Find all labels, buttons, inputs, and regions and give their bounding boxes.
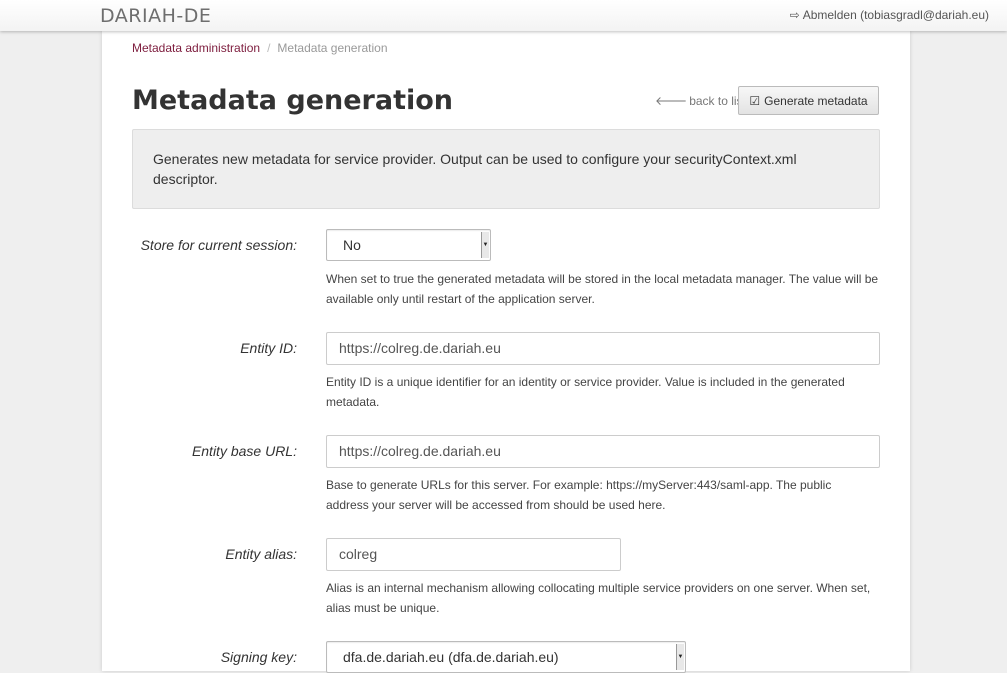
entity-base-url-input[interactable]: https://colreg.de.dariah.eu: [326, 435, 880, 468]
entity-base-url-help: Base to generate URLs for this server. F…: [326, 478, 832, 512]
store-session-label: Store for current session:: [140, 237, 297, 253]
entity-id-input[interactable]: https://colreg.de.dariah.eu: [326, 332, 880, 365]
page-title: Metadata generation: [132, 85, 454, 116]
chevron-down-icon: ▼: [481, 232, 489, 258]
chevron-down-icon: ▼: [676, 644, 684, 670]
sign-out-icon: ⇨: [789, 8, 800, 22]
generate-metadata-button[interactable]: ☑ Generate metadata: [738, 86, 879, 115]
store-session-select[interactable]: No ▼: [326, 229, 491, 261]
entity-base-url-label: Entity base URL:: [191, 443, 297, 459]
logout-link[interactable]: ⇨ Abmelden (tobiasgradl@dariah.eu): [790, 8, 989, 22]
entity-id-label: Entity ID:: [240, 340, 297, 356]
entity-alias-input[interactable]: colreg: [326, 538, 621, 571]
logout-label: Abmelden (tobiasgradl@dariah.eu): [802, 8, 989, 22]
store-session-value: No: [343, 237, 361, 253]
breadcrumb-current: Metadata generation: [277, 41, 388, 55]
entity-alias-label: Entity alias:: [225, 546, 297, 562]
entity-alias-help: Alias is an internal mechanism allowing …: [326, 581, 871, 615]
info-box: Generates new metadata for service provi…: [132, 129, 880, 209]
signing-key-select[interactable]: dfa.de.dariah.eu (dfa.de.dariah.eu) ▼: [326, 641, 686, 673]
breadcrumb-separator: /: [267, 41, 271, 55]
content-panel: Metadata administration / Metadata generat…: [102, 31, 910, 673]
back-to-list-link[interactable]: 🡐 back to list: [655, 93, 746, 108]
check-square-icon: ☑: [749, 93, 761, 108]
top-navbar: DARIAH-DE ⇨ Abmelden (tobiasgradl@dariah.…: [0, 0, 1007, 31]
breadcrumb: Metadata administration / Metadata generat…: [132, 41, 388, 55]
breadcrumb-parent-link[interactable]: Metadata administration: [132, 41, 260, 55]
arrow-left-icon: 🡐: [655, 94, 688, 108]
store-session-help: When set to true the generated metadata …: [326, 272, 879, 306]
signing-key-value: dfa.de.dariah.eu (dfa.de.dariah.eu): [343, 649, 559, 665]
generate-metadata-label: Generate metadata: [764, 93, 868, 108]
signing-key-label: Signing key:: [220, 649, 297, 665]
entity-id-help: Entity ID is a unique identifier for an …: [326, 375, 845, 409]
brand-logo[interactable]: DARIAH-DE: [100, 5, 211, 27]
